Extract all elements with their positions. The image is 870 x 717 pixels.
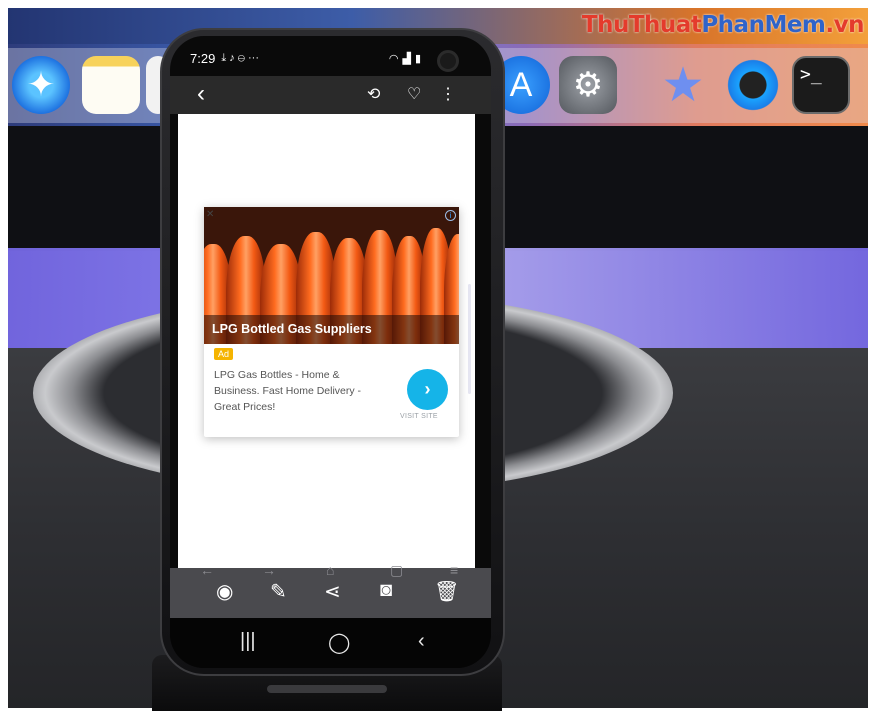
ghost-forward-icon: →	[262, 562, 276, 578]
back-icon[interactable]: ‹	[418, 630, 425, 653]
terminal-icon: >_	[792, 56, 850, 114]
back-arrow-icon[interactable]: ‹	[197, 80, 205, 108]
status-notification-icons: ⤓ ♪ ⊖ ···	[221, 52, 260, 64]
status-bar: 7:29 ⤓ ♪ ⊖ ··· ◠ ▟ ▮	[170, 36, 491, 76]
close-icon[interactable]: ✕	[206, 209, 214, 220]
phone-screen: 7:29 ⤓ ♪ ⊖ ··· ◠ ▟ ▮ ‹ ⟲ ♡ ⋮ ✕ i LPG Bot…	[170, 36, 491, 668]
recent-apps-icon[interactable]: |||	[240, 630, 256, 653]
imovie-icon: ★	[661, 59, 705, 112]
delete-icon[interactable]: 🗑	[434, 579, 459, 604]
ad-description: LPG Gas Bottles - Home & Business. Fast …	[214, 369, 362, 413]
app-toolbar: ‹ ⟲ ♡ ⋮	[170, 76, 491, 114]
sync-icon[interactable]: ⟲	[367, 84, 380, 104]
system-preferences-icon: ⚙	[559, 56, 617, 114]
ad-info-icon[interactable]: i	[445, 210, 456, 221]
front-camera	[437, 50, 459, 72]
ad-title[interactable]: LPG Bottled Gas Suppliers	[212, 322, 372, 336]
instagram-icon[interactable]: ◙	[380, 579, 392, 602]
android-navigation-bar: ||| ◯ ‹	[170, 618, 491, 668]
ghost-home-icon: ⌂	[326, 562, 335, 578]
status-time: 7:29	[190, 51, 216, 66]
chevron-right-icon: ›	[424, 379, 431, 399]
ad-card[interactable]: ✕ i LPG Bottled Gas Suppliers Ad LPG Gas…	[204, 207, 459, 437]
ad-badge: Ad	[214, 348, 234, 360]
home-icon[interactable]: ◯	[328, 630, 350, 655]
quicktime-icon	[724, 56, 782, 114]
page-content: ✕ i LPG Bottled Gas Suppliers Ad LPG Gas…	[178, 114, 475, 574]
view-icon[interactable]: ◉	[216, 579, 233, 604]
status-signal-icons: ◠ ▟ ▮	[389, 52, 421, 65]
ghost-tabs-icon: ▢	[390, 562, 404, 578]
ghost-back-icon: ←	[200, 562, 214, 578]
share-icon[interactable]: ⋖	[324, 579, 341, 604]
watermark: ThuThuatPhanMem.vn	[581, 12, 865, 38]
battery-icon: ▮	[414, 53, 421, 65]
ghost-menu-icon: ≡	[450, 562, 459, 578]
visit-site-button[interactable]: ›	[407, 369, 448, 410]
edit-icon[interactable]: ✎	[270, 579, 287, 604]
safari-icon: ✦	[12, 56, 70, 114]
more-icon[interactable]: ⋮	[440, 84, 456, 104]
wifi-icon: ◠	[388, 53, 399, 65]
visit-site-label[interactable]: VISIT SITE	[400, 413, 438, 420]
notes-icon	[82, 56, 140, 114]
scrollbar[interactable]	[468, 284, 471, 394]
favorite-icon[interactable]: ♡	[407, 84, 421, 104]
bottom-action-bar: ← → ⌂ ▢ ≡ ◉ ✎ ⋖ ◙ 🗑	[170, 562, 491, 618]
phone-stand-slot	[267, 685, 387, 693]
signal-icon: ▟	[402, 53, 411, 65]
